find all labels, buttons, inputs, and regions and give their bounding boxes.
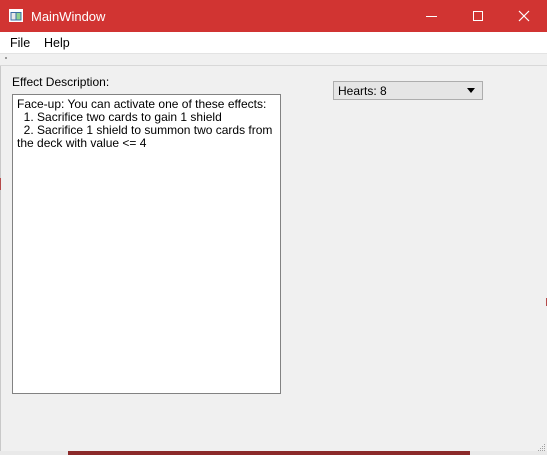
maximize-button[interactable]	[455, 0, 501, 32]
menu-help[interactable]: Help	[44, 36, 70, 50]
effect-description-label: Effect Description:	[12, 75, 110, 89]
background-window-peek	[68, 451, 470, 455]
close-icon	[518, 10, 530, 22]
background-window-edge	[0, 178, 1, 190]
window-title: MainWindow	[31, 9, 106, 24]
chevron-down-icon[interactable]	[467, 88, 475, 93]
combo-selected-value: Hearts: 8	[338, 84, 387, 98]
content-divider	[0, 65, 547, 66]
menu-bar: File Help	[0, 32, 547, 53]
minimize-icon	[426, 16, 437, 17]
close-button[interactable]	[501, 0, 547, 32]
minimize-button[interactable]	[409, 0, 455, 32]
toolbar-handle[interactable]	[5, 57, 7, 59]
menu-file[interactable]: File	[10, 36, 30, 50]
maximize-icon	[473, 11, 483, 21]
window-left-edge	[0, 66, 1, 455]
effect-description-textbox[interactable]: Face-up: You can activate one of these e…	[12, 94, 281, 394]
main-window: MainWindow File Help Effect Description:…	[0, 0, 547, 455]
card-select-combobox[interactable]: Hearts: 8	[333, 81, 483, 100]
app-window-icon	[9, 9, 23, 22]
title-bar[interactable]: MainWindow	[0, 0, 547, 32]
size-grip-icon[interactable]	[536, 444, 546, 454]
